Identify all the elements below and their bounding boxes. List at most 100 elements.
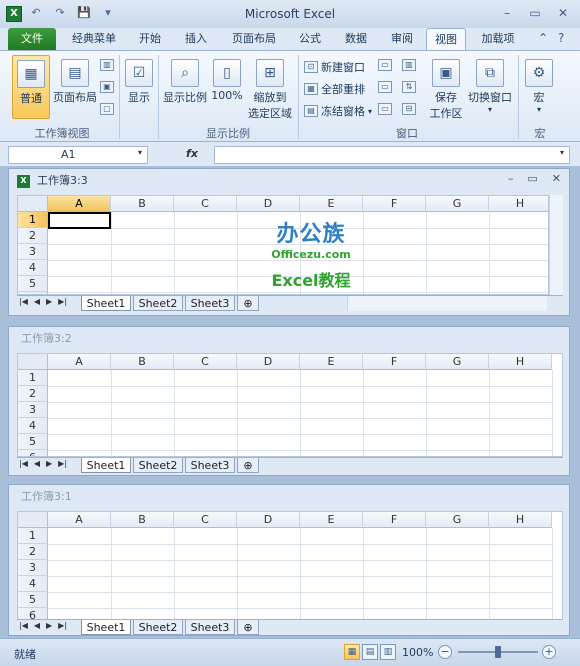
insert-sheet-icon[interactable]: ⊕ <box>237 458 259 473</box>
freeze-panes-button[interactable]: ▤ 冻结窗格 ▾ <box>304 103 372 119</box>
select-all-corner[interactable] <box>18 354 48 370</box>
new-window-button[interactable]: ⊡ 新建窗口 <box>304 59 365 75</box>
tab-review[interactable]: 审阅 <box>382 28 422 50</box>
insert-sheet-icon[interactable]: ⊕ <box>237 620 259 635</box>
sheet-tab-sheet3[interactable]: Sheet3 <box>185 458 235 473</box>
sheet-tab-sheet1[interactable]: Sheet1 <box>81 458 131 473</box>
normal-view-status-icon[interactable]: ▦ <box>344 644 360 660</box>
sheet-tab-sheet2[interactable]: Sheet2 <box>133 296 183 311</box>
page-layout-status-icon[interactable]: ▤ <box>362 644 378 660</box>
row-header[interactable]: 1 <box>18 212 48 228</box>
row-header[interactable]: 1 <box>18 370 48 386</box>
worksheet-grid[interactable]: ABCDEFGH123456 <box>17 511 563 621</box>
row-header[interactable]: 4 <box>18 418 48 434</box>
wb-restore-button[interactable]: ▭ <box>527 172 537 185</box>
column-header[interactable]: F <box>363 354 426 370</box>
zoom-slider[interactable] <box>458 646 538 658</box>
row-header[interactable]: 2 <box>18 228 48 244</box>
first-sheet-icon[interactable]: |◀ <box>19 459 28 468</box>
first-sheet-icon[interactable]: |◀ <box>19 621 28 630</box>
next-sheet-icon[interactable]: ▶ <box>46 459 52 468</box>
expand-formula-bar-icon[interactable]: ▾ <box>560 148 564 157</box>
collapse-ribbon-icon[interactable]: ⌃ <box>538 31 548 45</box>
zoom-level[interactable]: 100% <box>402 646 433 659</box>
view-side-by-side-button[interactable]: ▥ <box>402 59 416 71</box>
column-header[interactable]: B <box>111 196 174 212</box>
formula-input[interactable] <box>214 146 570 164</box>
column-header[interactable]: C <box>174 354 237 370</box>
unhide-button[interactable]: ▭ <box>378 103 392 115</box>
column-header[interactable]: D <box>237 512 300 528</box>
zoom-out-button[interactable]: − <box>438 645 452 659</box>
sheet-tab-sheet3[interactable]: Sheet3 <box>185 296 235 311</box>
column-header[interactable]: E <box>300 354 363 370</box>
insert-function-button[interactable]: fx <box>172 146 212 164</box>
row-header[interactable]: 3 <box>18 560 48 576</box>
first-sheet-icon[interactable]: |◀ <box>19 297 28 306</box>
workbook-window-3-2[interactable]: 工作簿3:2 ABCDEFGH 123456 |◀ ◀ ▶ ▶| Sheet1Sheet2… <box>8 326 570 476</box>
column-header[interactable]: H <box>489 354 552 370</box>
insert-sheet-icon[interactable]: ⊕ <box>237 296 259 311</box>
column-header[interactable]: F <box>363 512 426 528</box>
row-header[interactable]: 6 <box>18 450 48 456</box>
restore-button[interactable]: ▭ <box>522 3 548 23</box>
select-all-corner[interactable] <box>18 512 48 528</box>
tab-file[interactable]: 文件 <box>8 28 56 50</box>
zoom-button[interactable]: ⌕ 显示比例 <box>162 55 208 119</box>
last-sheet-icon[interactable]: ▶| <box>58 297 67 306</box>
full-screen-button[interactable]: ▢ <box>100 103 114 115</box>
column-header[interactable]: G <box>426 512 489 528</box>
synchronous-scrolling-button[interactable]: ⇅ <box>402 81 416 93</box>
normal-view-button[interactable]: ▦ 普通 <box>12 55 50 119</box>
column-header[interactable]: C <box>174 196 237 212</box>
next-sheet-icon[interactable]: ▶ <box>46 297 52 306</box>
active-cell-a1[interactable] <box>48 212 111 229</box>
minimize-button[interactable]: – <box>494 3 520 23</box>
zoom-slider-thumb[interactable] <box>495 646 501 658</box>
tab-insert[interactable]: 插入 <box>176 28 216 50</box>
column-header[interactable]: G <box>426 354 489 370</box>
row-header[interactable]: 3 <box>18 244 48 260</box>
column-header[interactable]: A <box>48 196 111 212</box>
column-header[interactable]: A <box>48 512 111 528</box>
row-header[interactable]: 5 <box>18 434 48 450</box>
vertical-scrollbar[interactable] <box>549 195 563 295</box>
arrange-all-button[interactable]: ▦ 全部重排 <box>304 81 365 97</box>
page-layout-view-button[interactable]: ▤ 页面布局 <box>52 55 98 119</box>
column-header[interactable]: G <box>426 196 489 212</box>
horizontal-scrollbar[interactable] <box>347 296 547 311</box>
name-box-dropdown-icon[interactable]: ▾ <box>138 148 142 157</box>
sheet-tab-sheet2[interactable]: Sheet2 <box>133 620 183 635</box>
prev-sheet-icon[interactable]: ◀ <box>34 297 40 306</box>
column-header[interactable]: D <box>237 196 300 212</box>
sheet-tab-sheet1[interactable]: Sheet1 <box>81 620 131 635</box>
tab-classic-menu[interactable]: 经典菜单 <box>66 28 122 50</box>
row-header[interactable]: 3 <box>18 402 48 418</box>
custom-views-button[interactable]: ▣ <box>100 81 114 93</box>
macros-button[interactable]: ⚙ 宏 ▾ <box>524 55 554 119</box>
prev-sheet-icon[interactable]: ◀ <box>34 459 40 468</box>
workbook-window-3-1[interactable]: 工作簿3:1 ABCDEFGH123456 |◀ ◀ ▶ ▶| Sheet1 Sheet2… <box>8 484 570 636</box>
hide-button[interactable]: ▭ <box>378 81 392 93</box>
row-header[interactable]: 2 <box>18 386 48 402</box>
reset-window-position-button[interactable]: ⊟ <box>402 103 416 115</box>
column-header[interactable]: H <box>489 196 548 212</box>
column-header[interactable]: F <box>363 196 426 212</box>
save-workspace-button[interactable]: ▣ 保存 工作区 <box>428 55 464 125</box>
row-header[interactable]: 4 <box>18 576 48 592</box>
column-header[interactable]: D <box>237 354 300 370</box>
help-icon[interactable]: ? <box>558 31 564 45</box>
zoom-in-button[interactable]: + <box>542 645 556 659</box>
split-button[interactable]: ▭ <box>378 59 392 71</box>
row-header[interactable]: 2 <box>18 544 48 560</box>
name-box[interactable]: A1 <box>8 146 148 164</box>
row-header[interactable]: 5 <box>18 592 48 608</box>
column-header[interactable]: E <box>300 196 363 212</box>
column-header[interactable]: B <box>111 354 174 370</box>
close-button[interactable]: ✕ <box>550 3 576 23</box>
select-all-corner[interactable] <box>18 196 48 212</box>
tab-addins[interactable]: 加载项 <box>474 28 522 50</box>
page-break-status-icon[interactable]: ▥ <box>380 644 396 660</box>
prev-sheet-icon[interactable]: ◀ <box>34 621 40 630</box>
column-header[interactable]: A <box>48 354 111 370</box>
